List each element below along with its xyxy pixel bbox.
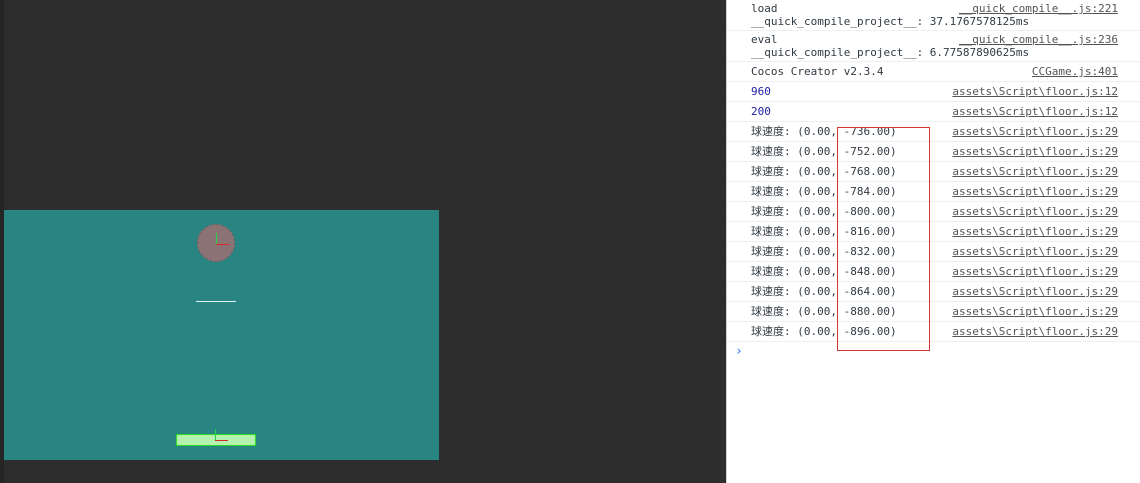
- console-row: 球速度: (0.00, -800.00) assets\Script\floor…: [727, 202, 1140, 222]
- console-message: 球速度: (0.00, -864.00): [751, 285, 897, 298]
- console-row: 球速度: (0.00, -880.00) assets\Script\floor…: [727, 302, 1140, 322]
- console-row: 球速度: (0.00, -816.00) assets\Script\floor…: [727, 222, 1140, 242]
- source-link[interactable]: assets\Script\floor.js:12: [952, 82, 1118, 102]
- floor-node[interactable]: [176, 429, 256, 446]
- console-message: 200: [751, 105, 771, 118]
- console-row: 球速度: (0.00, -864.00) assets\Script\floor…: [727, 282, 1140, 302]
- source-link[interactable]: assets\Script\floor.js:29: [952, 162, 1118, 182]
- console-row: 960 assets\Script\floor.js:12: [727, 82, 1140, 102]
- console-message: 球速度: (0.00, -848.00): [751, 265, 897, 278]
- white-line-node: [196, 301, 236, 302]
- source-link[interactable]: assets\Script\floor.js:12: [952, 102, 1118, 122]
- console-row: 球速度: (0.00, -736.00) assets\Script\floor…: [727, 122, 1140, 142]
- console-message: 球速度: (0.00, -784.00): [751, 185, 897, 198]
- ball-y-axis-gizmo: [216, 233, 217, 244]
- floor-x-axis-gizmo: [215, 440, 228, 441]
- console-message: Cocos Creator v2.3.4: [751, 65, 884, 78]
- source-link[interactable]: assets\Script\floor.js:29: [952, 142, 1118, 162]
- source-link[interactable]: assets\Script\floor.js:29: [952, 322, 1118, 342]
- ball-node[interactable]: [197, 224, 235, 262]
- ball-x-axis-gizmo: [216, 244, 229, 245]
- console-message: 球速度: (0.00, -816.00): [751, 225, 897, 238]
- source-link[interactable]: assets\Script\floor.js:29: [952, 282, 1118, 302]
- console-message: 球速度: (0.00, -800.00): [751, 205, 897, 218]
- console-row: 球速度: (0.00, -768.00) assets\Script\floor…: [727, 162, 1140, 182]
- console-message: __quick_compile_project__: 6.77587890625…: [751, 46, 1030, 59]
- source-link[interactable]: __quick_compile__.js:221: [959, 2, 1118, 15]
- source-link[interactable]: __quick_compile__.js:236: [959, 33, 1118, 46]
- console-row: 200 assets\Script\floor.js:12: [727, 102, 1140, 122]
- prompt-chevron-icon: ›: [735, 344, 743, 359]
- console-message: __quick_compile_project__: 37.1767578125…: [751, 15, 1030, 28]
- source-link[interactable]: assets\Script\floor.js:29: [952, 262, 1118, 282]
- devtools-console: load __quick_compile_project__: 37.17675…: [726, 0, 1140, 483]
- console-message: 球速度: (0.00, -768.00): [751, 165, 897, 178]
- source-link[interactable]: CCGame.js:401: [1032, 62, 1118, 82]
- floor-y-axis-gizmo: [215, 429, 216, 440]
- game-canvas[interactable]: [4, 210, 439, 460]
- console-message: 球速度: (0.00, -752.00): [751, 145, 897, 158]
- console-row: 球速度: (0.00, -784.00) assets\Script\floor…: [727, 182, 1140, 202]
- source-link[interactable]: assets\Script\floor.js:29: [952, 182, 1118, 202]
- console-row: load __quick_compile_project__: 37.17675…: [727, 0, 1140, 31]
- console-message: 球速度: (0.00, -736.00): [751, 125, 897, 138]
- source-link[interactable]: assets\Script\floor.js:29: [952, 222, 1118, 242]
- console-message: 球速度: (0.00, -880.00): [751, 305, 897, 318]
- console-message: 球速度: (0.00, -832.00): [751, 245, 897, 258]
- source-link[interactable]: assets\Script\floor.js:29: [952, 202, 1118, 222]
- source-link[interactable]: assets\Script\floor.js:29: [952, 302, 1118, 322]
- console-row: 球速度: (0.00, -896.00) assets\Script\floor…: [727, 322, 1140, 342]
- console-row: Cocos Creator v2.3.4 CCGame.js:401: [727, 62, 1140, 82]
- console-message: 球速度: (0.00, -896.00): [751, 325, 897, 338]
- console-message: 960: [751, 85, 771, 98]
- game-preview: [0, 0, 726, 483]
- console-row: 球速度: (0.00, -752.00) assets\Script\floor…: [727, 142, 1140, 162]
- console-prompt[interactable]: ›: [727, 342, 1140, 362]
- console-row: 球速度: (0.00, -832.00) assets\Script\floor…: [727, 242, 1140, 262]
- source-link[interactable]: assets\Script\floor.js:29: [952, 242, 1118, 262]
- source-link[interactable]: assets\Script\floor.js:29: [952, 122, 1118, 142]
- console-row: eval __quick_compile_project__: 6.775878…: [727, 31, 1140, 62]
- console-row: 球速度: (0.00, -848.00) assets\Script\floor…: [727, 262, 1140, 282]
